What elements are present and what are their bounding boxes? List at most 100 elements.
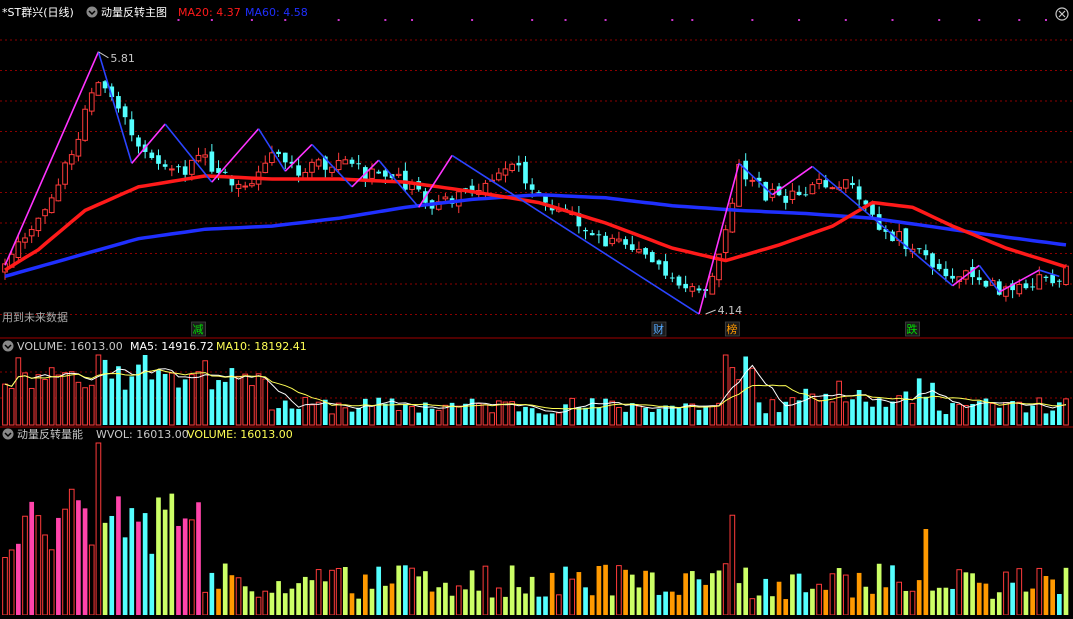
- wvol-bar: [916, 580, 922, 615]
- wvol-bar: [62, 508, 68, 616]
- kline-chart[interactable]: 5.81 4.14 减 财 榜 跌 *ST群兴(日线) 动量反转主图 MA20: 4.3…: [0, 0, 1073, 616]
- wvol-bar: [16, 543, 21, 615]
- volume-bar: [1036, 397, 1043, 426]
- candle: [576, 205, 582, 234]
- volume-bar: [823, 393, 829, 425]
- wvol-bar: [563, 566, 568, 615]
- momentum-volume-panel[interactable]: [2, 442, 1069, 616]
- candle: [116, 91, 121, 113]
- volume-bar: [950, 403, 955, 425]
- volume-bar: [696, 409, 702, 425]
- wvol-bar: [142, 513, 148, 615]
- candle: [276, 149, 281, 157]
- zigzag-segment: [4, 51, 100, 266]
- event-tag[interactable]: 榜: [724, 321, 740, 337]
- wvol-bar: [449, 595, 455, 615]
- candle: [516, 155, 522, 172]
- volume-bar: [516, 411, 522, 425]
- wvol-bar: [349, 593, 355, 615]
- volume-bars: [2, 354, 1069, 426]
- wvol-bar: [8, 549, 15, 616]
- candle: [636, 241, 642, 254]
- top-dot: [384, 19, 387, 21]
- wvol-bar: [1030, 588, 1035, 615]
- wvol-bar: [569, 578, 576, 616]
- volume-bar: [1003, 402, 1009, 426]
- candle: [162, 159, 168, 170]
- candle: [583, 227, 588, 240]
- wvol-bar: [770, 596, 775, 615]
- volume-bar: [276, 408, 281, 425]
- event-tag[interactable]: 财: [651, 321, 667, 337]
- volume-bar: [2, 383, 8, 426]
- wvol-bar: [576, 572, 582, 615]
- volume-bar: [870, 406, 875, 425]
- candle: [168, 164, 175, 177]
- top-dot: [210, 19, 213, 21]
- candle: [502, 161, 509, 183]
- wvol-bar: [503, 596, 508, 615]
- volume-bar: [469, 398, 475, 425]
- candle: [669, 272, 675, 283]
- candle: [523, 156, 528, 190]
- event-tag-label: 榜: [726, 322, 737, 336]
- event-tag[interactable]: 跌: [905, 321, 920, 337]
- volume-panel[interactable]: [0, 354, 1073, 426]
- wvol-bar: [629, 574, 635, 615]
- main-price-panel[interactable]: 5.81 4.14 减 财 榜 跌: [0, 19, 1073, 337]
- wvol-bar: [636, 587, 642, 615]
- wvol-bar: [703, 584, 708, 615]
- wvol-bar: [129, 508, 135, 615]
- chart-canvas[interactable]: 5.81 4.14 减 财 榜 跌 *ST群兴(日线) 动量反转主图 MA20: 4.3…: [0, 0, 1073, 616]
- volume-bar: [116, 366, 121, 425]
- volume-bar: [676, 407, 682, 425]
- volume-bar: [429, 408, 435, 425]
- volume-bar: [55, 374, 62, 426]
- wvol-bar: [35, 515, 42, 616]
- wvol-bar: [136, 521, 141, 615]
- wvol-bar: [102, 522, 108, 615]
- wvol-bar: [82, 508, 88, 615]
- zigzag-segment: [211, 128, 260, 183]
- candle: [55, 178, 62, 202]
- volume-bar: [896, 395, 903, 426]
- candle: [683, 275, 688, 293]
- event-tags[interactable]: 减财榜跌: [191, 321, 920, 337]
- wvol-bar: [616, 565, 622, 616]
- volume-bar: [903, 391, 909, 425]
- volume-bar: [416, 412, 422, 425]
- wvol-bar: [116, 496, 121, 615]
- wvol-bar: [729, 514, 736, 616]
- event-tag[interactable]: 减: [191, 321, 206, 337]
- wvol-bar: [950, 588, 955, 615]
- wvol-bar: [816, 583, 822, 616]
- close-icon[interactable]: [1055, 7, 1069, 21]
- volume-bar: [569, 397, 576, 426]
- volume-bar: [315, 401, 322, 426]
- event-tag-label: 减: [193, 323, 204, 336]
- candle: [202, 148, 209, 166]
- volume-bar: [576, 406, 582, 425]
- wvol-bar: [443, 582, 448, 615]
- candle: [629, 235, 635, 252]
- candle: [649, 250, 655, 263]
- volume-collapse-icon[interactable]: [2, 340, 14, 352]
- wvol-bar: [623, 569, 628, 615]
- low-price-label: 4.14: [718, 304, 743, 317]
- main-grid: [0, 39, 1073, 315]
- ma10-volume-legend: MA10: 18192.41: [216, 340, 307, 353]
- volume-bar: [329, 413, 335, 426]
- volume-bar: [649, 411, 655, 425]
- volume-bar: [936, 410, 942, 425]
- wvol-bar: [936, 587, 942, 615]
- collapse-icon[interactable]: [86, 6, 98, 18]
- candle: [429, 199, 435, 215]
- candle: [235, 180, 242, 197]
- volume-bar: [102, 359, 108, 425]
- volume-bar: [15, 357, 22, 426]
- wvol-bar: [876, 563, 882, 615]
- candle: [309, 158, 315, 181]
- volume-bar: [182, 379, 188, 425]
- wvol-bar: [943, 587, 949, 615]
- bottom-collapse-icon[interactable]: [2, 428, 14, 440]
